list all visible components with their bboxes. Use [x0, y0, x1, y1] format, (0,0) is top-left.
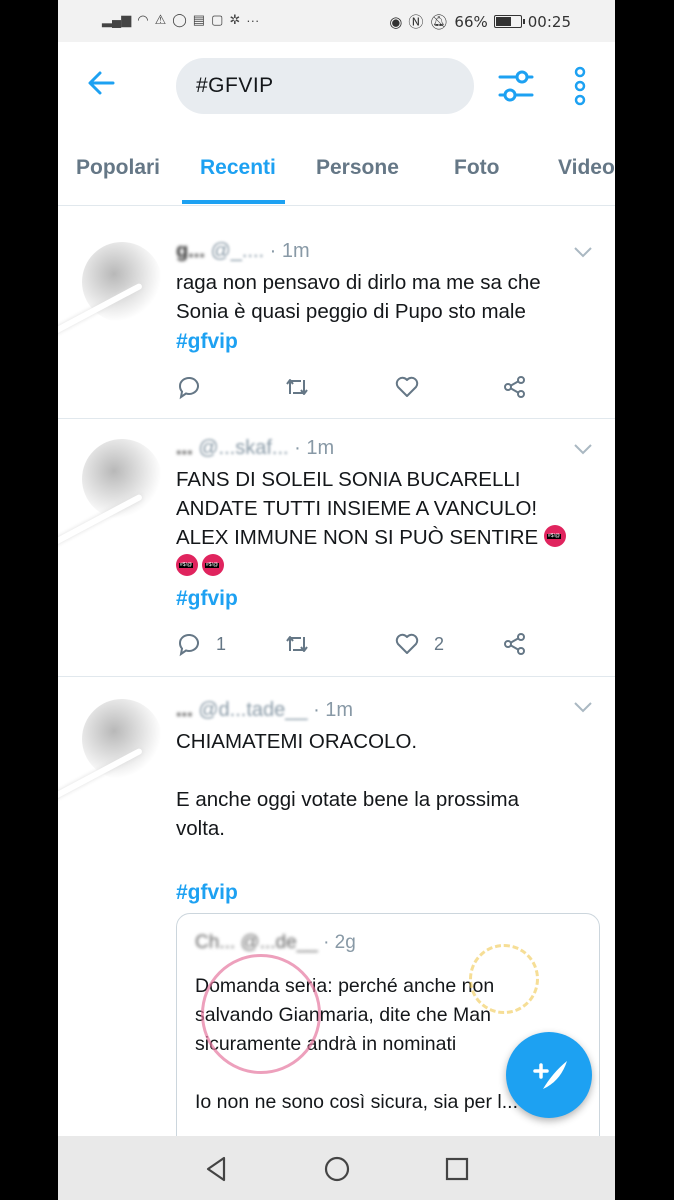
- whatsapp-icon: ◯: [172, 12, 187, 27]
- like-button[interactable]: 2: [394, 631, 444, 657]
- nav-recents-icon[interactable]: [442, 1154, 472, 1184]
- reply-count: 1: [216, 633, 227, 654]
- status-icons-left: ▂▄▆ ◠ ⚠ ◯ ▤ ▢ ✲ ···: [102, 12, 259, 28]
- retweet-button[interactable]: [284, 631, 310, 657]
- tab-recenti[interactable]: Recenti: [200, 156, 276, 180]
- signal-icon: ▂▄▆: [102, 12, 132, 27]
- warning-icon: ⚠: [154, 12, 167, 27]
- tweet-1[interactable]: g... @_.... · 1m raga non pensavo di dir…: [58, 222, 615, 419]
- settings-icon: ✲: [229, 12, 241, 27]
- chevron-down-icon[interactable]: [573, 443, 593, 455]
- nav-home-icon[interactable]: [322, 1154, 352, 1184]
- tweet-text: raga non pensavo di dirlo ma me sa che S…: [176, 271, 541, 323]
- author-name[interactable]: ...: [176, 699, 193, 721]
- share-icon: [504, 376, 525, 398]
- retweet-icon: [286, 379, 308, 395]
- author-handle: @...skaf...: [198, 437, 289, 459]
- share-button[interactable]: [502, 374, 528, 400]
- nav-back-icon[interactable]: [202, 1154, 232, 1184]
- share-icon: [504, 633, 525, 655]
- active-tab-indicator: [182, 200, 285, 204]
- heart-icon: [395, 376, 419, 397]
- tab-video[interactable]: Video: [558, 156, 615, 180]
- quoted-tweet-meta: Ch... @...de__ · 2g: [195, 932, 356, 954]
- tweet-text: FANS DI SOLEIL SONIA BUCARELLI ANDATE TU…: [176, 465, 596, 581]
- status-icons-right: ◉ Ⓝ 🔕︎ 66% 00:25: [389, 11, 571, 32]
- chevron-down-icon[interactable]: [573, 246, 593, 258]
- status-bar: ▂▄▆ ◠ ⚠ ◯ ▤ ▢ ✲ ··· ◉ Ⓝ 🔕︎ 66% 00:25: [58, 0, 615, 42]
- watermark-logo: [469, 944, 539, 1014]
- tweet-actions: 1 2: [176, 631, 536, 661]
- like-count: 2: [434, 633, 445, 654]
- reply-button[interactable]: [176, 374, 216, 400]
- eye-icon: ◉: [389, 12, 403, 31]
- filter-settings-icon[interactable]: [498, 68, 534, 104]
- instagram-icon: ▢: [211, 12, 224, 27]
- battery-percent: 66%: [454, 12, 488, 31]
- avatar[interactable]: [82, 699, 162, 779]
- hashtag-link[interactable]: #gfvip: [176, 881, 238, 905]
- author-name[interactable]: ...: [176, 437, 193, 459]
- news-icon: ▤: [192, 12, 206, 27]
- watermark-logo: [201, 954, 321, 1074]
- tweet-2[interactable]: ... @...skaf... · 1m FANS DI SOLEIL SONI…: [58, 419, 615, 677]
- angry-face-icon: [543, 525, 566, 547]
- back-arrow-icon[interactable]: [86, 68, 116, 98]
- clock: 00:25: [527, 12, 571, 31]
- chevron-down-icon[interactable]: [573, 701, 593, 713]
- battery-icon: [493, 15, 525, 28]
- reply-icon: [178, 633, 199, 657]
- search-tabs: Popolari Recenti Persone Foto Video: [58, 130, 615, 206]
- compose-quill-icon: [533, 1061, 567, 1089]
- tweet-meta: g... @_.... · 1m: [176, 240, 310, 263]
- retweet-button[interactable]: [284, 374, 310, 400]
- angry-face-icon: [202, 554, 224, 576]
- compose-tweet-button[interactable]: [506, 1032, 592, 1118]
- quoted-author: Ch... @...de__: [195, 932, 318, 953]
- retweet-icon: [286, 636, 308, 652]
- tweet-meta: ... @d...tade__ · 1m: [176, 699, 353, 722]
- mute-icon: 🔕︎: [429, 12, 449, 31]
- tweet-time: · 1m: [313, 699, 354, 721]
- more-options-icon[interactable]: [572, 66, 588, 106]
- quoted-tweet-time: · 2g: [323, 932, 356, 953]
- reply-icon: [178, 376, 199, 400]
- more-notifications-icon: ···: [246, 12, 260, 28]
- tab-foto[interactable]: Foto: [454, 156, 499, 180]
- tweet-time: · 1m: [269, 240, 310, 262]
- tweet-time: · 1m: [294, 437, 335, 459]
- tweet-actions: [176, 374, 536, 404]
- tweet-meta: ... @...skaf... · 1m: [176, 437, 334, 460]
- heart-icon: [395, 633, 419, 654]
- tweet-text: CHIAMATEMI ORACOLO. E anche oggi votate …: [176, 730, 520, 840]
- author-handle: @d...tade__: [198, 699, 308, 721]
- android-navigation-bar: [58, 1136, 615, 1200]
- top-bar: #GFVIP: [58, 42, 615, 130]
- nfc-icon: Ⓝ: [408, 13, 424, 31]
- phone-screen: ▂▄▆ ◠ ⚠ ◯ ▤ ▢ ✲ ··· ◉ Ⓝ 🔕︎ 66% 00:25 #GF…: [58, 0, 615, 1200]
- reply-button[interactable]: 1: [176, 631, 226, 657]
- share-button[interactable]: [502, 631, 528, 657]
- author-handle: @_....: [210, 240, 265, 262]
- tab-persone[interactable]: Persone: [316, 156, 399, 180]
- like-button[interactable]: [394, 374, 434, 400]
- author-name[interactable]: g...: [176, 240, 205, 262]
- tweet-text-content: FANS DI SOLEIL SONIA BUCARELLI ANDATE TU…: [176, 468, 539, 549]
- tab-popolari[interactable]: Popolari: [76, 156, 160, 180]
- angry-face-icon: [176, 554, 198, 576]
- search-input[interactable]: #GFVIP: [176, 58, 474, 114]
- battery-fill: [495, 17, 511, 26]
- hashtag-link[interactable]: #gfvip: [176, 587, 238, 611]
- headset-icon: ◠: [137, 12, 149, 27]
- hashtag-link[interactable]: #gfvip: [176, 330, 238, 354]
